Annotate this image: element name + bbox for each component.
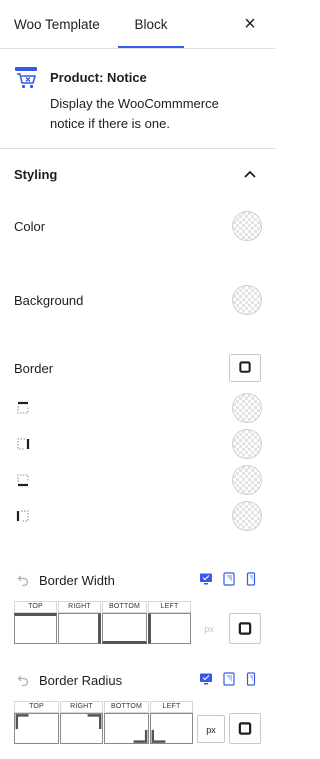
border-radius-link-button[interactable]: [229, 713, 261, 744]
link-sides-icon: [238, 622, 252, 635]
background-swatch[interactable]: [232, 285, 262, 315]
border-radius-top-label: TOP: [14, 701, 59, 713]
border-width-bottom-label: BOTTOM: [102, 601, 147, 613]
border-right-icon: [17, 438, 30, 450]
border-width-top-input[interactable]: [14, 613, 57, 644]
block-title: Product: Notice: [50, 70, 147, 85]
border-width-header: Border Width: [0, 570, 275, 592]
border-radius-left-input[interactable]: [150, 713, 193, 744]
background-label: Background: [14, 293, 84, 308]
block-description: Display the WooCommmerce notice if there…: [50, 96, 219, 131]
close-button[interactable]: ×: [240, 13, 260, 35]
border-bottom-icon: [17, 474, 29, 487]
border-width-right-label: RIGHT: [58, 601, 101, 613]
desktop-icon[interactable]: [199, 572, 213, 586]
border-radius-header: Border Radius: [0, 670, 275, 692]
radius-top-left-icon: [15, 714, 29, 729]
border-width-unit[interactable]: px: [195, 615, 223, 643]
border-width-bottom-input[interactable]: [102, 613, 147, 644]
border-width-top-label: TOP: [14, 601, 57, 613]
chevron-up-icon: [244, 170, 256, 178]
border-radius-bottom-input[interactable]: [104, 713, 149, 744]
border-radius-unit[interactable]: px: [197, 715, 225, 743]
radius-top-right-icon: [87, 714, 102, 729]
border-width-right-input[interactable]: [58, 613, 101, 644]
tablet-icon[interactable]: [222, 672, 236, 686]
border-top-icon: [17, 401, 29, 414]
border-radius-right-label: RIGHT: [60, 701, 103, 713]
border-width-left-input[interactable]: [148, 613, 191, 644]
border-radius-title: Border Radius: [39, 673, 123, 688]
radius-bottom-left-icon: [151, 729, 166, 743]
border-right-color-swatch[interactable]: [232, 429, 262, 459]
border-link-toggle[interactable]: [229, 354, 261, 382]
reset-icon[interactable]: [17, 574, 29, 586]
link-sides-icon: [238, 722, 252, 735]
styling-panel-title: Styling: [14, 167, 58, 182]
border-top-color-swatch[interactable]: [232, 393, 262, 423]
mobile-icon[interactable]: [244, 572, 258, 586]
mobile-icon[interactable]: [244, 672, 258, 686]
border-bottom-color-swatch[interactable]: [232, 465, 262, 495]
color-swatch[interactable]: [232, 211, 262, 241]
cart-notice-icon: [15, 67, 37, 89]
border-width-left-label: LEFT: [148, 601, 191, 613]
tab-woo-template[interactable]: Woo Template: [14, 0, 100, 49]
tab-block[interactable]: Block: [118, 0, 184, 49]
border-radius-right-input[interactable]: [60, 713, 103, 744]
border-left-icon: [16, 510, 29, 522]
color-label: Color: [14, 219, 46, 234]
block-card: Product: Notice Display the WooCommmerce…: [0, 49, 275, 149]
border-radius-top-input[interactable]: [14, 713, 59, 744]
border-radius-bottom-label: BOTTOM: [104, 701, 149, 713]
desktop-icon[interactable]: [199, 672, 213, 686]
active-tab-indicator: [118, 46, 184, 48]
reset-icon[interactable]: [17, 674, 29, 686]
sidebar-tabs: Woo Template Block ×: [0, 0, 275, 49]
border-label: Border: [14, 361, 54, 376]
border-width-title: Border Width: [39, 573, 115, 588]
tablet-icon[interactable]: [222, 572, 236, 586]
border-all-sides-icon: [239, 361, 251, 373]
border-left-color-swatch[interactable]: [232, 501, 262, 531]
radius-bottom-right-icon: [133, 729, 148, 743]
styling-panel-toggle[interactable]: Styling: [0, 150, 275, 198]
border-width-link-button[interactable]: [229, 613, 261, 644]
border-radius-left-label: LEFT: [150, 701, 193, 713]
